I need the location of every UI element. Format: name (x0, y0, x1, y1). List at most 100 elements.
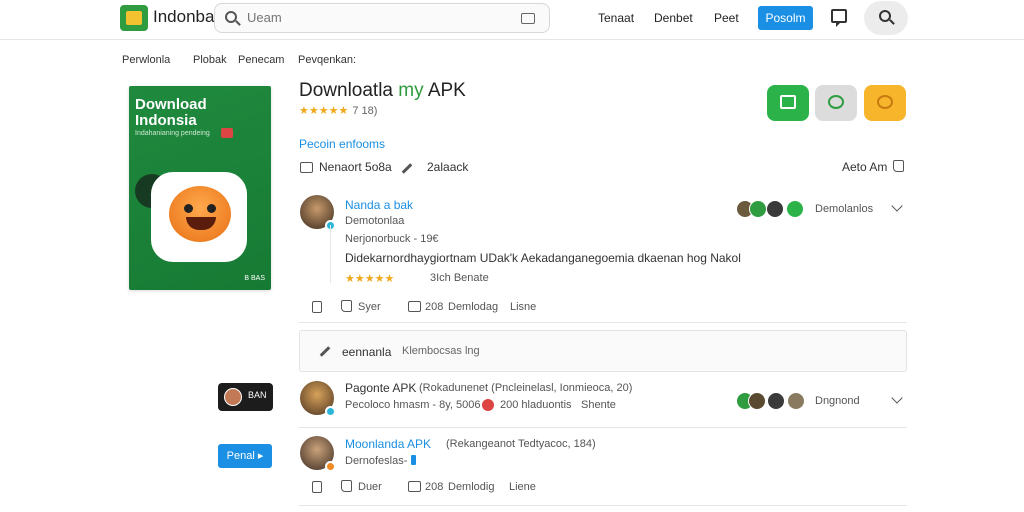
android-glyph (780, 95, 796, 109)
breadcrumb-item[interactable]: Penecam (238, 54, 284, 66)
mascot-eye (184, 204, 193, 213)
title-suffix: APK (423, 80, 466, 101)
rating-count: 7 18) (352, 105, 378, 117)
pin-icon (411, 455, 416, 465)
followers-link[interactable]: Demolanlos (815, 203, 873, 215)
top-bar: Indonbak Tenaat Denbet Peet Posolm (0, 0, 1024, 40)
verified-icon (325, 406, 336, 417)
reply-icon[interactable] (408, 481, 421, 492)
share-link[interactable]: Lisne (510, 301, 536, 313)
comment-author[interactable]: Nanda a bak (345, 198, 413, 212)
follower-avatar[interactable] (786, 200, 804, 218)
logo-icon[interactable] (120, 5, 148, 31)
poster-footer: B BAS (244, 275, 265, 282)
avatar[interactable] (300, 436, 336, 472)
like-icon[interactable] (341, 300, 352, 312)
poster-title-line2: Indonsia (135, 112, 197, 129)
follower-avatar[interactable] (748, 392, 766, 410)
search-icon (225, 11, 237, 23)
chevron-down-icon[interactable] (891, 200, 903, 212)
like-label[interactable]: Duer (358, 481, 382, 493)
fire-icon (481, 398, 495, 412)
nav-link-3[interactable]: Peet (714, 11, 739, 25)
title-accent: my (398, 80, 424, 101)
download-link[interactable]: Demlodag (448, 301, 498, 313)
side-thumbnail[interactable]: BAN (218, 383, 273, 411)
share-link[interactable]: Liene (509, 481, 536, 493)
search-input[interactable] (247, 10, 507, 25)
meta-mid: 2alaack (427, 160, 469, 174)
download-link[interactable]: Demlodig (448, 481, 494, 493)
emoji-icon[interactable] (864, 85, 906, 121)
follower-avatar[interactable] (787, 392, 805, 410)
comment-author[interactable]: Moonlanda APK (345, 437, 431, 451)
avatar[interactable] (300, 195, 336, 231)
comment-compose[interactable]: eennanla Klembocsas lng (299, 330, 907, 372)
info-link[interactable]: Pecoin enfooms (299, 137, 385, 151)
search-button[interactable] (864, 1, 908, 35)
camera-icon[interactable] (521, 13, 535, 24)
follower-avatar[interactable] (766, 200, 784, 218)
follower-avatar[interactable] (767, 392, 785, 410)
thread-line (330, 225, 331, 283)
thumb-label: BAN (248, 390, 267, 400)
bookmark-icon[interactable] (312, 481, 322, 493)
comment-meta: Pecoloco hmasm - 8y, 5006 (345, 399, 481, 411)
globe-icon[interactable] (815, 85, 857, 121)
title-prefix: Downloatla (299, 80, 399, 101)
emoji-glyph (877, 95, 893, 109)
stars-icon: ★★★★★ (299, 105, 349, 117)
reply-count: 208 (425, 301, 444, 313)
divider (299, 427, 907, 428)
poster-tagline: Indahanianing pendeing (135, 130, 210, 137)
breadcrumb-item[interactable]: Pevqenkan: (298, 54, 356, 66)
chat-icon[interactable] (831, 9, 847, 27)
breadcrumb-item[interactable]: Perwlonla (122, 54, 170, 66)
reply-count: 208 (425, 481, 444, 493)
search-icon (879, 10, 891, 22)
breadcrumb-item[interactable]: Plobak (193, 54, 227, 66)
badge-icon (325, 461, 336, 472)
heart-icon (221, 128, 233, 138)
comment-stat: 200 hladuontis (500, 399, 572, 411)
side-button[interactable]: Penal ▸ (218, 444, 272, 468)
comment-body: Didekarnordhaygiortnam UDak'k Aekadangan… (345, 251, 741, 265)
share-link[interactable]: Shente (581, 399, 616, 411)
search-box[interactable] (214, 3, 550, 33)
compose-label: eennanla (342, 345, 392, 359)
comment-rating-text[interactable]: 3Ich Benate (430, 272, 489, 284)
android-icon[interactable] (767, 85, 809, 121)
nav-link-2[interactable]: Denbet (654, 11, 693, 25)
divider (299, 505, 907, 506)
follower-avatar[interactable] (749, 200, 767, 218)
page-title: Downloatla my APK (299, 80, 466, 102)
app-poster[interactable]: Download Indonsia Indahanianing pendeing… (129, 86, 271, 290)
comment-subtitle: Dernofeslas- (345, 455, 408, 467)
globe-glyph (828, 95, 844, 109)
mascot-face-icon (169, 186, 231, 242)
like-icon[interactable] (341, 480, 352, 492)
mascot-eye (207, 204, 216, 213)
poster-title-line1: Download (135, 96, 207, 113)
meta-right: Aeto Am (842, 160, 888, 174)
comment-author-extra: (Rekangeanot Tedtyacoc, 184) (446, 438, 596, 450)
thumb-avatar (224, 388, 242, 406)
comment-meta: Nerjonorbuck - 19€ (345, 233, 439, 245)
nav-link-1[interactable]: Tenaat (598, 11, 634, 25)
meta-left: Nenaort 5o8a (319, 160, 392, 174)
comment-icon[interactable] (300, 162, 313, 173)
pencil-icon (319, 346, 331, 357)
brand-name[interactable]: Indonbak (153, 7, 223, 27)
reply-icon[interactable] (408, 301, 421, 312)
edit-icon[interactable] (401, 163, 413, 174)
divider (299, 322, 907, 323)
thumb-up-icon[interactable] (893, 160, 904, 172)
bookmark-icon[interactable] (312, 301, 322, 313)
like-label[interactable]: Syer (358, 301, 381, 313)
chevron-down-icon[interactable] (891, 392, 903, 404)
comment-author[interactable]: Pagonte APK (345, 381, 416, 395)
avatar[interactable] (300, 381, 336, 417)
header-cta-button[interactable]: Posolm (758, 6, 813, 30)
compose-placeholder[interactable]: Klembocsas lng (402, 345, 480, 357)
followers-link[interactable]: Dngnond (815, 395, 860, 407)
